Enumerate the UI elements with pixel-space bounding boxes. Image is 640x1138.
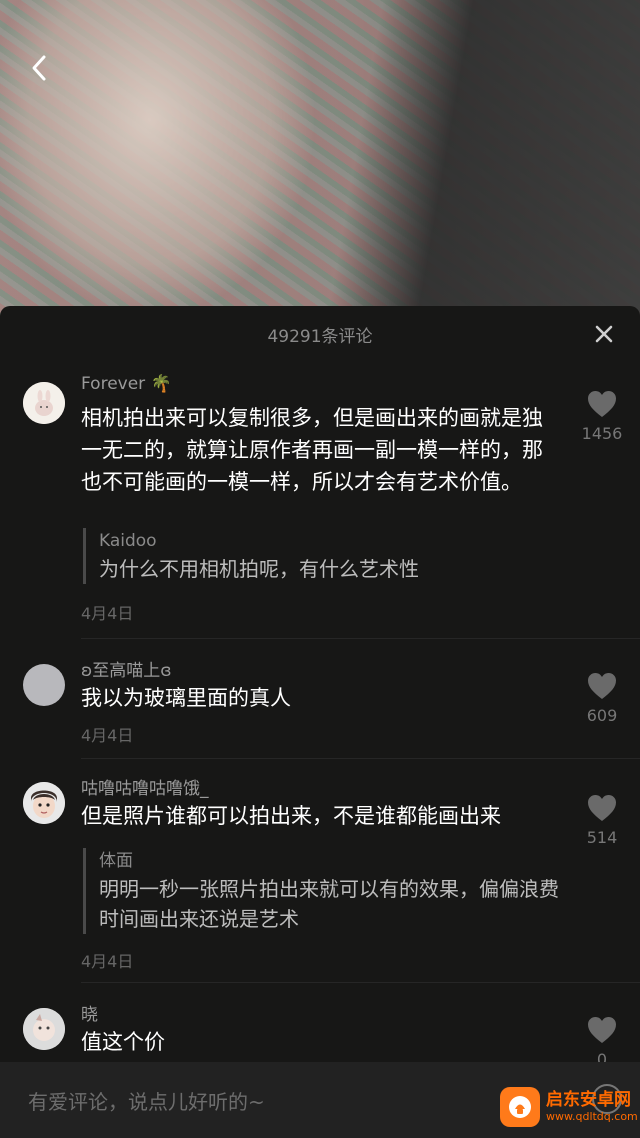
comment-username[interactable]: 咕噜咕噜咕噜饿_ — [81, 774, 209, 799]
reply-text: 明明一秒一张照片拍出来就可以有的效果，偏偏浪费时间画出来还说是艺术 — [99, 877, 559, 931]
reply-text: 为什么不用相机拍呢，有什么艺术性 — [99, 557, 419, 581]
avatar[interactable] — [23, 1008, 65, 1050]
reply-username: Kaidoo — [99, 531, 157, 551]
comment-username[interactable]: 晓 — [81, 1000, 98, 1025]
reply-preview[interactable]: 体面 明明一秒一张照片拍出来就可以有的效果，偏偏浪费时间画出来还说是艺术 — [83, 848, 569, 934]
chevron-left-icon — [32, 55, 46, 81]
comment-username[interactable]: ʚ至高喵上ɞ — [81, 656, 172, 681]
like-button[interactable]: 1456 — [574, 390, 630, 443]
watermark-name: 启东安卓网 — [546, 1090, 631, 1110]
reply-preview[interactable]: Kaidoo 为什么不用相机拍呢，有什么艺术性 — [83, 528, 569, 584]
comment-date: 4月4日 — [81, 726, 134, 745]
watermark-url: www.qdltdq.com — [546, 1110, 638, 1123]
comment-text[interactable]: 我以为玻璃里面的真人 — [81, 682, 561, 714]
back-button[interactable] — [22, 50, 58, 86]
avatar[interactable] — [23, 782, 65, 824]
like-button[interactable]: 609 — [574, 672, 630, 725]
divider — [81, 758, 640, 759]
close-icon — [595, 325, 613, 343]
comment-text[interactable]: 但是照片谁都可以拍出来，不是谁都能画出来 — [81, 800, 561, 832]
child-avatar-icon — [23, 782, 65, 824]
heart-icon — [588, 1017, 616, 1043]
comments-panel: 49291条评论 Forever 🌴 相机拍出来可以复制很多，但是画出来的画就是… — [0, 306, 640, 1138]
comment-count-title: 49291条评论 — [267, 326, 373, 347]
watermark: 启东安卓网 www.qdltdq.com — [500, 1082, 640, 1132]
like-count: 514 — [586, 828, 618, 847]
comment-text[interactable]: 相机拍出来可以复制很多，但是画出来的画就是独一无二的，就算让原作者再画一副一模一… — [81, 402, 561, 498]
bunny-avatar-icon — [23, 382, 65, 424]
divider — [81, 638, 640, 639]
cartoon-avatar-icon — [23, 1008, 65, 1050]
heart-icon — [588, 673, 616, 699]
video-background — [0, 0, 640, 320]
like-count: 1456 — [581, 424, 623, 443]
comment-username[interactable]: Forever 🌴 — [81, 374, 172, 394]
comment-date: 4月4日 — [81, 604, 134, 623]
comment-input-placeholder[interactable]: 有爱评论，说点儿好听的~ — [28, 1086, 265, 1115]
like-button[interactable]: 514 — [574, 794, 630, 847]
reply-username: 体面 — [99, 851, 133, 871]
heart-icon — [588, 391, 616, 417]
heart-icon — [588, 795, 616, 821]
divider — [81, 982, 640, 983]
like-count: 609 — [586, 706, 618, 725]
avatar[interactable] — [23, 664, 65, 706]
close-button[interactable] — [592, 322, 616, 346]
comment-text[interactable]: 值这个价 — [81, 1026, 561, 1058]
comment-date: 4月4日 — [81, 952, 134, 971]
panel-header: 49291条评论 — [0, 306, 640, 362]
avatar[interactable] — [23, 382, 65, 424]
watermark-logo-icon — [500, 1087, 540, 1127]
